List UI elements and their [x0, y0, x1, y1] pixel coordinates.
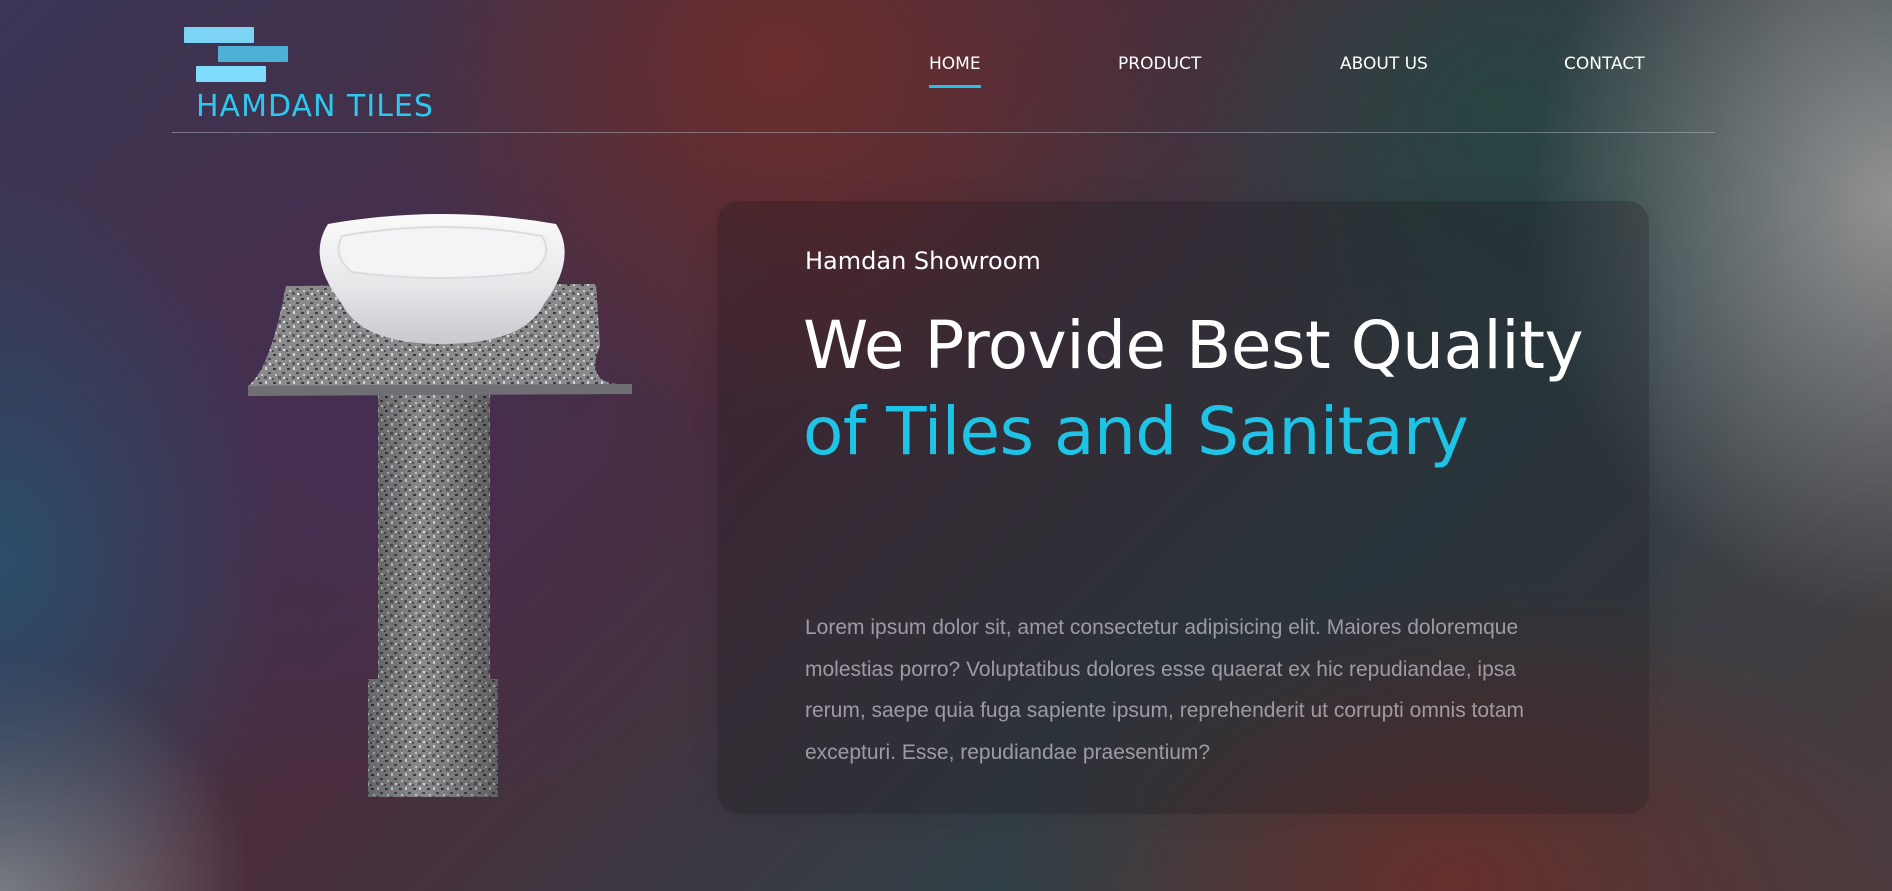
- site-header: HAMDAN TILES HOME PRODUCT ABOUT US CONTA…: [172, 0, 1715, 133]
- headline-accent-text: of Tiles and Sanitary: [803, 393, 1469, 470]
- hero-description: Lorem ipsum dolor sit, amet consectetur …: [805, 616, 1525, 764]
- brand-logo[interactable]: HAMDAN TILES: [184, 25, 444, 125]
- hero-eyebrow: Hamdan Showroom: [805, 247, 1041, 275]
- logo-tile-bar: [184, 27, 254, 43]
- nav-item-contact[interactable]: CONTACT: [1564, 54, 1645, 74]
- logo-tile-bar: [218, 46, 288, 62]
- hero-headline: We Provide Best Quality of Tiles and San…: [803, 303, 1603, 475]
- nav-item-about-us[interactable]: ABOUT US: [1340, 54, 1428, 74]
- nav-item-home[interactable]: HOME: [929, 54, 981, 88]
- headline-white-text: We Provide Best Quality: [803, 307, 1584, 384]
- logo-tile-bar: [196, 66, 266, 82]
- stacked-tiles-logo-icon: [184, 25, 294, 85]
- granite-pedestal-sink-image: [244, 212, 636, 797]
- nav-item-product[interactable]: PRODUCT: [1118, 54, 1201, 74]
- hero-card: Hamdan Showroom We Provide Best Quality …: [717, 201, 1649, 814]
- brand-name: HAMDAN TILES: [196, 89, 434, 124]
- main-nav: HOME PRODUCT ABOUT US CONTACT: [929, 54, 1729, 94]
